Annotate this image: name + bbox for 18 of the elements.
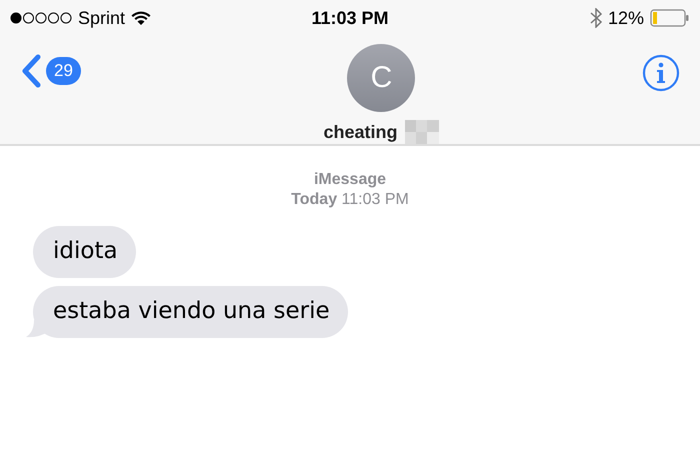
battery-percent: 12% xyxy=(608,8,644,28)
timestamp: 11:03 PM xyxy=(342,191,409,208)
info-icon[interactable] xyxy=(642,54,680,92)
message-bubble: estaba viendo una serie xyxy=(33,286,348,338)
contact-name[interactable]: cheating xyxy=(323,122,398,142)
service-label: iMessage xyxy=(314,170,386,190)
carrier-name: Sprint xyxy=(78,8,126,28)
day-label: Today xyxy=(291,191,338,208)
bluetooth-icon xyxy=(590,8,602,28)
back-button[interactable]: 29 xyxy=(20,54,81,88)
battery-icon xyxy=(650,9,690,27)
signal-icon xyxy=(10,12,72,24)
status-time: 11:03 PM xyxy=(311,8,389,28)
contact-avatar[interactable]: C xyxy=(347,44,416,112)
wifi-icon xyxy=(131,10,152,26)
back-chevron-icon xyxy=(20,54,42,88)
unread-count-badge: 29 xyxy=(46,57,81,85)
message-bubble: idiota xyxy=(33,226,136,278)
